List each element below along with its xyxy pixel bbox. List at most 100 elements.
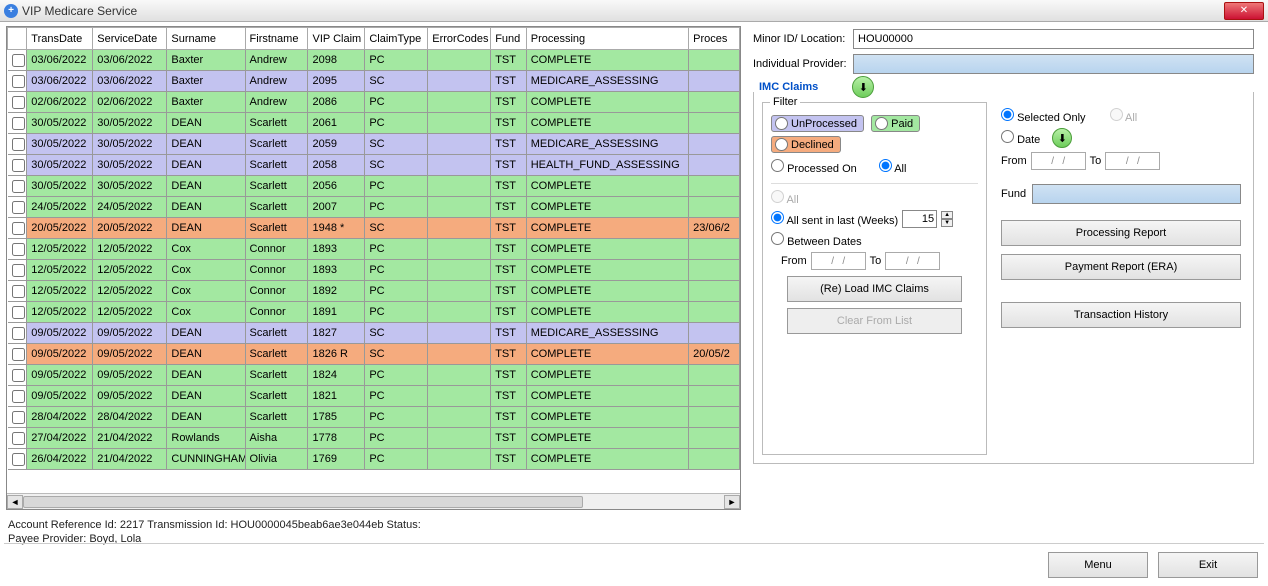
table-row[interactable]: 09/05/202209/05/2022DEANScarlett1826 RSC… <box>8 344 740 365</box>
table-row[interactable]: 12/05/202212/05/2022CoxConnor1893PCTSTCO… <box>8 260 740 281</box>
table-row[interactable]: 24/05/202224/05/2022DEANScarlett2007PCTS… <box>8 197 740 218</box>
table-row[interactable]: 26/04/202221/04/2022CUNNINGHAMOlivia1769… <box>8 449 740 470</box>
cell-vip: 1948 * <box>308 218 365 239</box>
row-checkbox[interactable] <box>12 369 25 382</box>
weeks-up[interactable]: ▲ <box>941 211 953 219</box>
table-row[interactable]: 09/05/202209/05/2022DEANScarlett1821PCTS… <box>8 386 740 407</box>
cell-p2 <box>689 281 740 302</box>
processing-report-button[interactable]: Processing Report <box>1001 220 1241 246</box>
cell-proc: COMPLETE <box>526 260 688 281</box>
table-row[interactable]: 30/05/202230/05/2022DEANScarlett2058SCTS… <box>8 155 740 176</box>
col-TransDate[interactable]: TransDate <box>27 28 93 50</box>
table-row[interactable]: 12/05/202212/05/2022CoxConnor1892PCTSTCO… <box>8 281 740 302</box>
row-checkbox[interactable] <box>12 138 25 151</box>
row-checkbox[interactable] <box>12 327 25 340</box>
table-row[interactable]: 30/05/202230/05/2022DEANScarlett2056PCTS… <box>8 176 740 197</box>
table-row[interactable]: 28/04/202228/04/2022DEANScarlett1785PCTS… <box>8 407 740 428</box>
cell-err <box>428 50 491 71</box>
cell-trans: 24/05/2022 <box>27 197 93 218</box>
table-row[interactable]: 30/05/202230/05/2022DEANScarlett2059SCTS… <box>8 134 740 155</box>
row-checkbox[interactable] <box>12 54 25 67</box>
table-row[interactable]: 02/06/202202/06/2022BaxterAndrew2086PCTS… <box>8 92 740 113</box>
row-checkbox[interactable] <box>12 411 25 424</box>
row-checkbox[interactable] <box>12 159 25 172</box>
row-checkbox[interactable] <box>12 75 25 88</box>
exit-button[interactable]: Exit <box>1158 552 1258 578</box>
table-row[interactable]: 09/05/202209/05/2022DEANScarlett1824PCTS… <box>8 365 740 386</box>
cell-serv: 02/06/2022 <box>93 92 167 113</box>
imc-refresh-icon[interactable]: ⬇ <box>852 76 874 98</box>
horizontal-scrollbar[interactable]: ◄ ► <box>7 493 740 509</box>
scroll-thumb[interactable] <box>23 496 583 508</box>
report-to-date[interactable] <box>1105 152 1160 170</box>
col-Proces[interactable]: Proces <box>689 28 740 50</box>
row-checkbox[interactable] <box>12 432 25 445</box>
filter-between-dates[interactable]: Between Dates <box>771 232 862 248</box>
col-check[interactable] <box>8 28 27 50</box>
filter-declined[interactable]: Declined <box>771 136 841 153</box>
filter-processed-on[interactable]: Processed On <box>771 159 857 175</box>
col-VIP Claim[interactable]: VIP Claim <box>308 28 365 50</box>
row-checkbox[interactable] <box>12 117 25 130</box>
date-refresh-icon[interactable]: ⬇ <box>1052 128 1072 148</box>
table-row[interactable]: 20/05/202220/05/2022DEANScarlett1948 *SC… <box>8 218 740 239</box>
weeks-down[interactable]: ▼ <box>941 219 953 227</box>
cell-type: SC <box>365 323 428 344</box>
selected-only-radio[interactable]: Selected Only <box>1001 108 1086 124</box>
col-ServiceDate[interactable]: ServiceDate <box>93 28 167 50</box>
scroll-right-arrow[interactable]: ► <box>724 495 740 509</box>
row-checkbox[interactable] <box>12 285 25 298</box>
table-row[interactable]: 12/05/202212/05/2022CoxConnor1891PCTSTCO… <box>8 302 740 323</box>
report-from-date[interactable] <box>1031 152 1086 170</box>
table-row[interactable]: 09/05/202209/05/2022DEANScarlett1827SCTS… <box>8 323 740 344</box>
cell-proc: MEDICARE_ASSESSING <box>526 323 688 344</box>
cell-serv: 09/05/2022 <box>93 344 167 365</box>
claims-table[interactable]: TransDateServiceDateSurnameFirstnameVIP … <box>7 27 740 470</box>
minor-id-input[interactable] <box>853 29 1254 49</box>
cell-type: PC <box>365 365 428 386</box>
filter-paid[interactable]: Paid <box>871 115 920 132</box>
fund-input[interactable] <box>1032 184 1241 204</box>
col-Processing[interactable]: Processing <box>526 28 688 50</box>
filter-unprocessed[interactable]: UnProcessed <box>771 115 864 132</box>
imc-claims-tab-label[interactable]: IMC Claims <box>753 81 824 93</box>
col-Firstname[interactable]: Firstname <box>245 28 308 50</box>
report-to-label: To <box>1090 155 1102 167</box>
filter-all[interactable]: All <box>879 159 907 175</box>
scroll-left-arrow[interactable]: ◄ <box>7 495 23 509</box>
individual-provider-input[interactable] <box>853 54 1254 74</box>
payment-report-button[interactable]: Payment Report (ERA) <box>1001 254 1241 280</box>
col-Surname[interactable]: Surname <box>167 28 245 50</box>
row-checkbox[interactable] <box>12 264 25 277</box>
filter-to-date[interactable] <box>885 252 940 270</box>
row-checkbox[interactable] <box>12 348 25 361</box>
table-row[interactable]: 30/05/202230/05/2022DEANScarlett2061PCTS… <box>8 113 740 134</box>
weeks-spinner[interactable] <box>902 210 937 228</box>
row-checkbox[interactable] <box>12 222 25 235</box>
table-row[interactable]: 03/06/202203/06/2022BaxterAndrew2095SCTS… <box>8 71 740 92</box>
transaction-history-button[interactable]: Transaction History <box>1001 302 1241 328</box>
filter-all-sent-weeks[interactable]: All sent in last (Weeks) <box>771 211 898 227</box>
col-ClaimType[interactable]: ClaimType <box>365 28 428 50</box>
row-checkbox[interactable] <box>12 243 25 256</box>
col-ErrorCodes[interactable]: ErrorCodes <box>428 28 491 50</box>
cell-vip: 1826 R <box>308 344 365 365</box>
reload-imc-claims-button[interactable]: (Re) Load IMC Claims <box>787 276 962 302</box>
table-row[interactable]: 27/04/202221/04/2022RowlandsAisha1778PCT… <box>8 428 740 449</box>
row-checkbox[interactable] <box>12 306 25 319</box>
menu-button[interactable]: Menu <box>1048 552 1148 578</box>
cell-trans: 28/04/2022 <box>27 407 93 428</box>
row-checkbox[interactable] <box>12 390 25 403</box>
date-radio[interactable]: Date <box>1001 130 1040 146</box>
row-checkbox[interactable] <box>12 180 25 193</box>
row-checkbox[interactable] <box>12 201 25 214</box>
row-checkbox[interactable] <box>12 96 25 109</box>
filter-from-date[interactable] <box>811 252 866 270</box>
col-Fund[interactable]: Fund <box>491 28 527 50</box>
table-row[interactable]: 03/06/202203/06/2022BaxterAndrew2098PCTS… <box>8 50 740 71</box>
cell-vip: 1892 <box>308 281 365 302</box>
cell-vip: 1893 <box>308 239 365 260</box>
row-checkbox[interactable] <box>12 453 25 466</box>
close-button[interactable]: ✕ <box>1224 2 1264 20</box>
table-row[interactable]: 12/05/202212/05/2022CoxConnor1893PCTSTCO… <box>8 239 740 260</box>
